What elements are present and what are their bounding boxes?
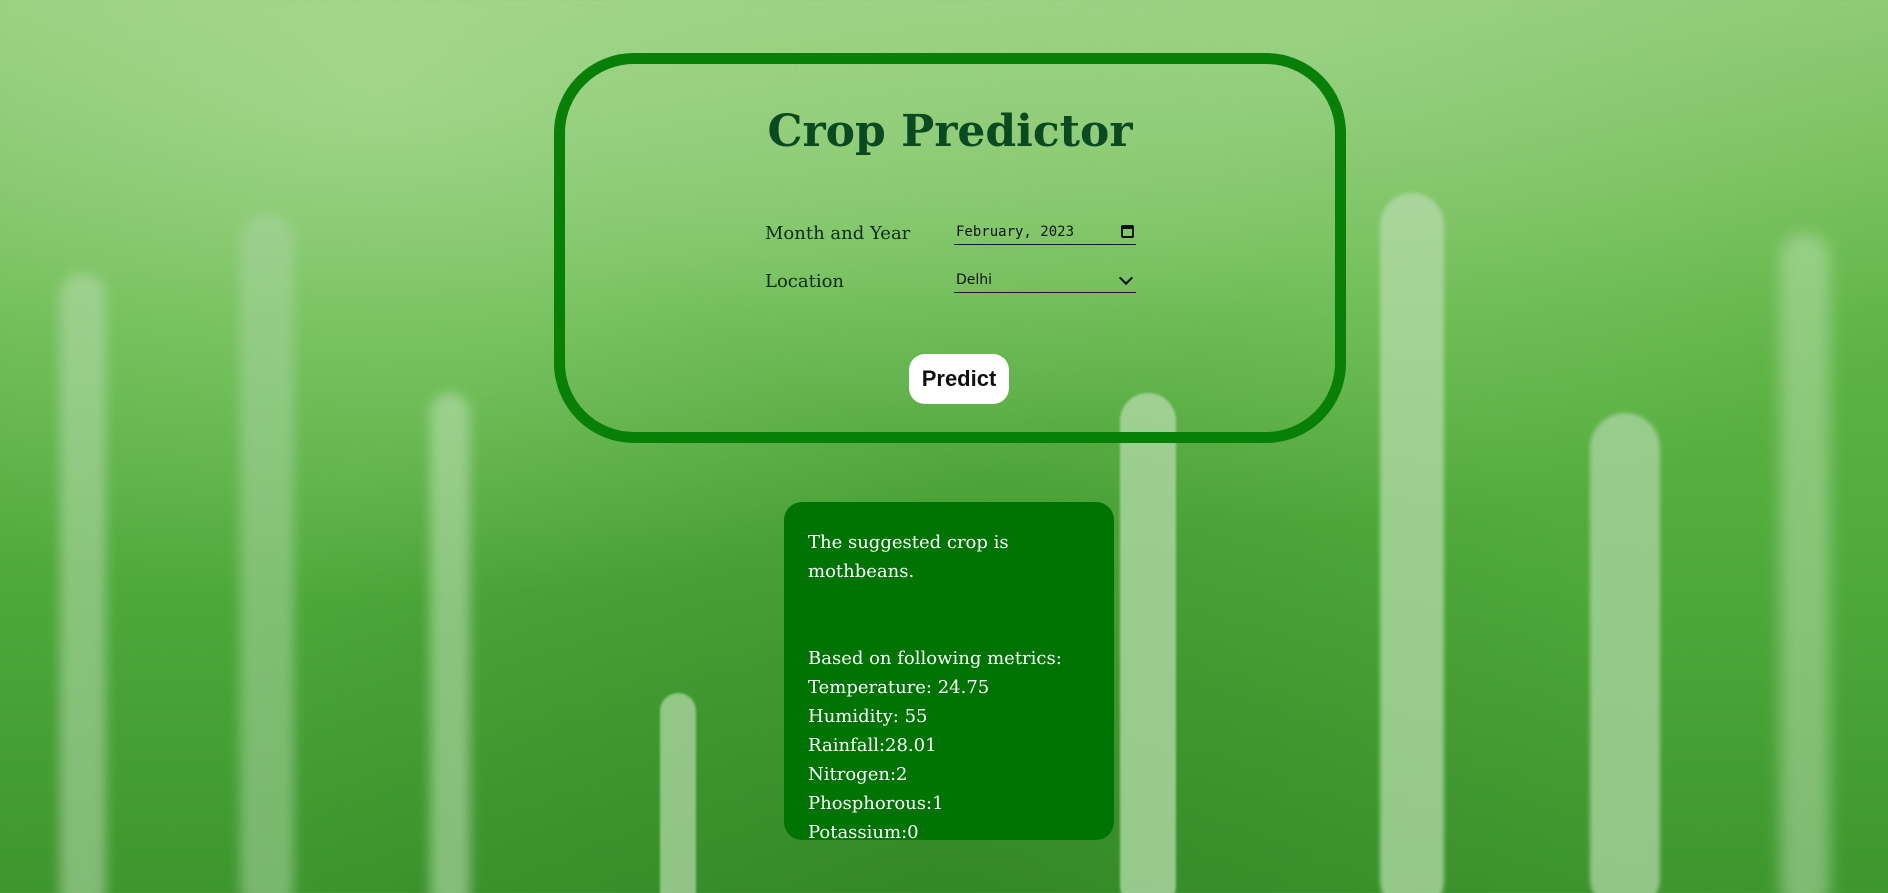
background-stalk xyxy=(1120,393,1176,893)
predict-button[interactable]: Predict xyxy=(909,354,1009,404)
page-title: Crop Predictor xyxy=(767,106,1133,157)
metric-temperature: Temperature: 24.75 xyxy=(808,677,990,698)
month-year-label: Month and Year xyxy=(765,223,911,244)
metric-nitrogen: Nitrogen:2 xyxy=(808,764,908,785)
location-label: Location xyxy=(765,271,845,292)
calendar-icon[interactable] xyxy=(1121,225,1134,238)
metric-humidity: Humidity: 55 xyxy=(808,706,928,727)
chevron-down-icon xyxy=(1118,270,1134,286)
background-stalk xyxy=(60,273,106,893)
month-year-input[interactable]: February, 2023 xyxy=(954,221,1136,245)
location-value: Delhi xyxy=(956,272,993,288)
predictor-form-panel: Crop Predictor Month and Year February, … xyxy=(554,53,1346,443)
background-stalk xyxy=(1380,193,1444,893)
metric-rainfall: Rainfall:28.01 xyxy=(808,735,937,756)
background-stalk xyxy=(660,693,696,893)
metric-potassium: Potassium:0 xyxy=(808,822,919,843)
location-select[interactable]: Delhi xyxy=(954,269,1136,293)
suggested-crop-text: The suggested crop is mothbeans. xyxy=(808,532,1009,582)
result-card: The suggested crop is mothbeans. Based o… xyxy=(784,502,1114,843)
metrics-heading: Based on following metrics: xyxy=(808,648,1062,669)
location-row: Location Delhi xyxy=(765,267,1145,297)
background-stalk xyxy=(240,213,294,893)
month-year-value: February, 2023 xyxy=(956,224,1075,240)
metric-phosphorous: Phosphorous:1 xyxy=(808,793,944,814)
background-stalk xyxy=(1590,413,1660,893)
month-year-row: Month and Year February, 2023 xyxy=(765,219,1145,249)
background-stalk xyxy=(430,393,470,893)
background-stalk xyxy=(1780,233,1830,893)
